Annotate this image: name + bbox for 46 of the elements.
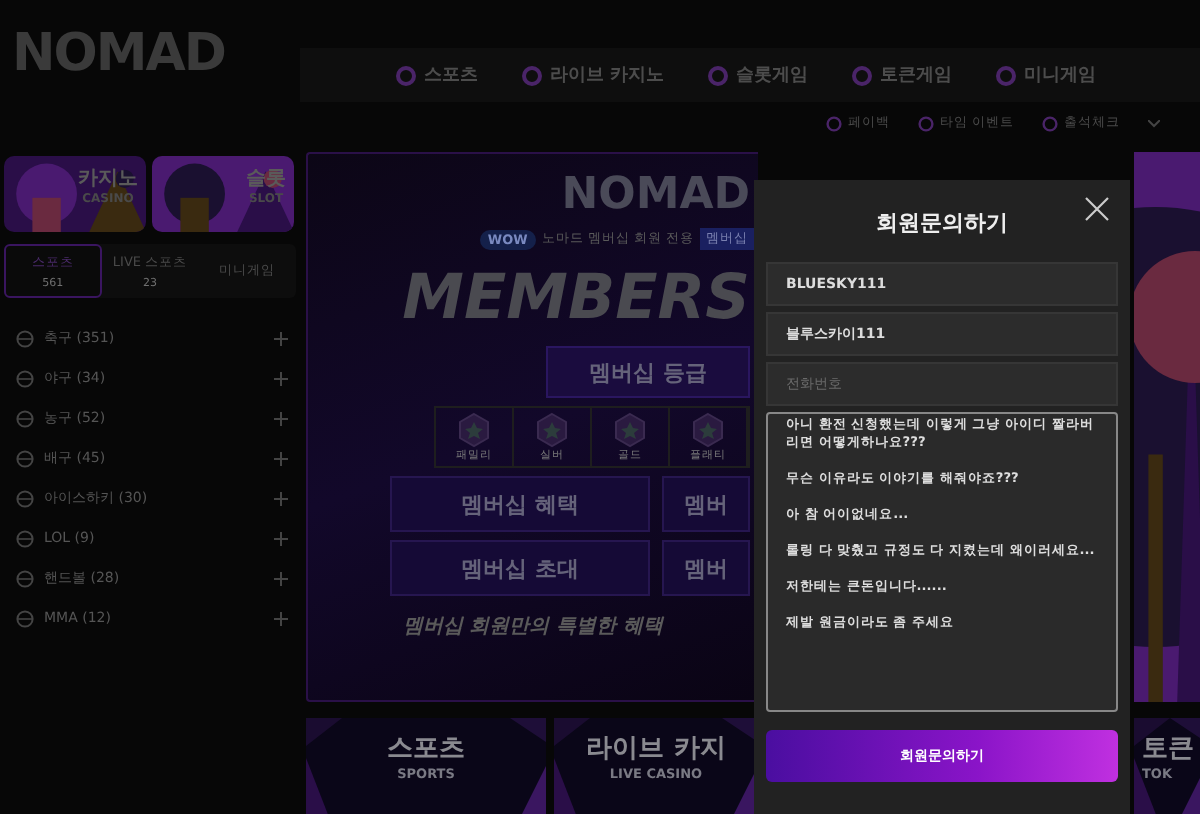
plus-icon	[274, 611, 288, 625]
ball-icon	[16, 569, 34, 587]
caret-icon	[1148, 119, 1160, 127]
nav-link[interactable]: 슬롯게임	[736, 62, 809, 88]
modal-title: 회원문의하기	[876, 207, 1008, 237]
banner-tagline: 멤버십 회원만의 특별한 혜택	[402, 614, 664, 640]
membership-button[interactable]: 멤버	[662, 540, 750, 596]
nav-link[interactable]: 라이브 카지노	[550, 62, 665, 88]
game-card-title[interactable]: 라이브 카지	[586, 730, 726, 766]
thumbnail-title: 카지노	[78, 166, 138, 192]
ball-icon	[16, 369, 34, 387]
ball-icon	[16, 409, 34, 427]
thumbnail-title: 슬롯	[246, 166, 286, 192]
nav-link[interactable]: 스포츠	[424, 62, 478, 88]
circle-icon	[708, 65, 729, 85]
banner-logo: NOMAD	[561, 170, 750, 220]
close-icon	[1084, 196, 1110, 222]
membership-button[interactable]: 멤버십 초대	[390, 540, 650, 596]
circle-icon	[852, 65, 873, 85]
hexagon-icon	[534, 412, 570, 448]
membership-button[interactable]: 멤버	[662, 476, 750, 532]
ball-icon	[16, 489, 34, 507]
plus-icon	[274, 331, 288, 345]
circle-icon	[396, 65, 416, 85]
plus-icon	[274, 571, 288, 585]
ball-icon	[16, 529, 34, 547]
plus-icon	[274, 491, 288, 505]
game-card-title[interactable]: 토큰	[1142, 730, 1194, 766]
plus-icon	[274, 451, 288, 465]
nav-link[interactable]: 토큰게임	[880, 62, 953, 88]
ball-icon	[16, 449, 34, 467]
hexagon-icon	[612, 412, 648, 448]
circle-icon	[996, 65, 1017, 85]
nav-link[interactable]: 미니게임	[1024, 62, 1097, 88]
grade-button[interactable]: 멤버십 등급	[546, 346, 750, 398]
circle-icon	[522, 65, 542, 85]
plus-icon	[274, 371, 288, 385]
plus-icon	[274, 411, 288, 425]
hexagon-icon	[456, 412, 492, 448]
ball-icon	[16, 329, 34, 347]
membership-button[interactable]: 멤버십 혜택	[390, 476, 650, 532]
hexagon-icon	[690, 412, 726, 448]
ball-icon	[16, 609, 34, 627]
game-card-title[interactable]: 스포츠	[387, 730, 465, 766]
plus-icon	[274, 531, 288, 545]
banner-headline: MEMBERS	[402, 260, 750, 338]
